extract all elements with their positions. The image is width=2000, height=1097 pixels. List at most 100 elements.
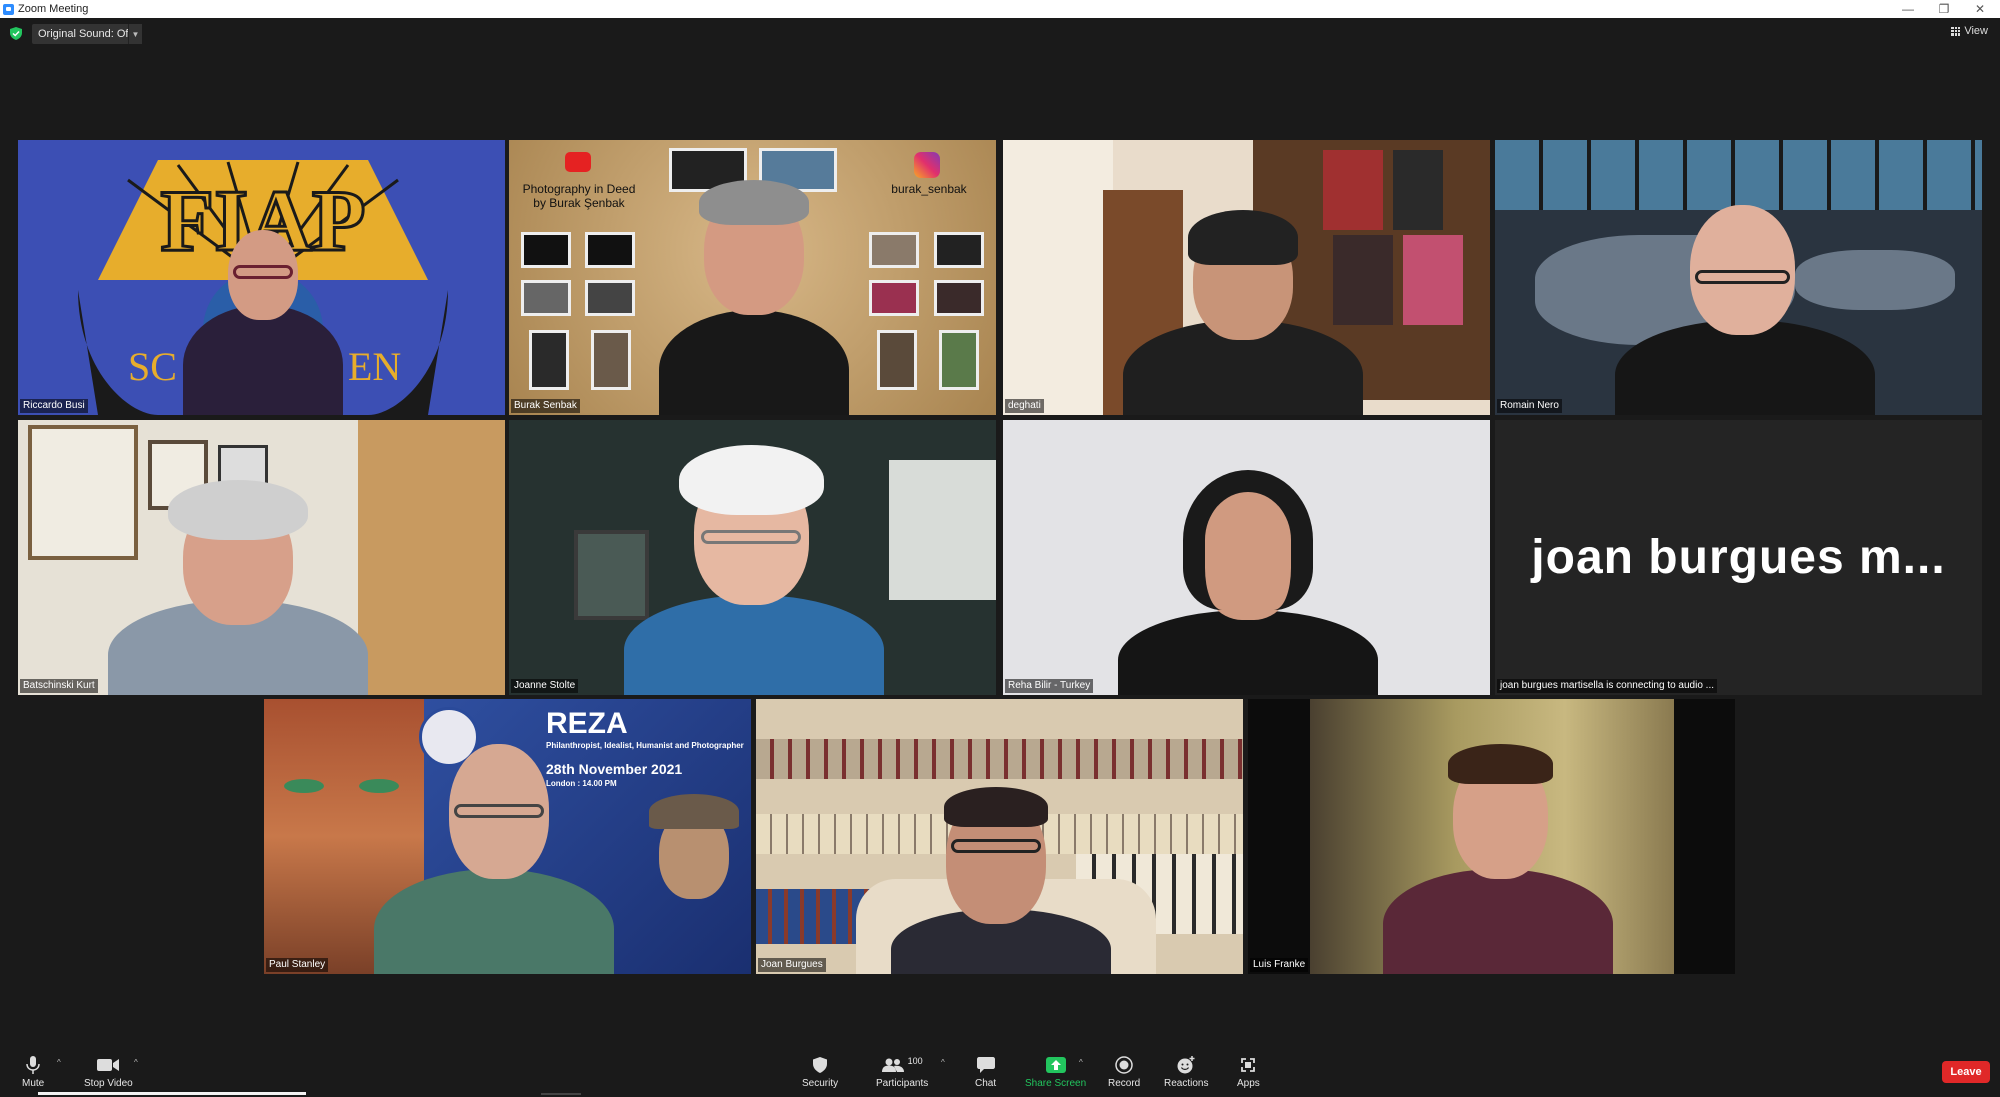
leave-button[interactable]: Leave: [1942, 1061, 1990, 1083]
meeting-toolbar: Mute ^ Stop Video ^ Security 100 Partici…: [0, 1047, 2000, 1097]
participants-button[interactable]: 100 Participants: [876, 1055, 928, 1089]
close-icon[interactable]: ✕: [1962, 0, 1998, 18]
photo-thumbnail: [585, 232, 635, 268]
book-cover: [1393, 150, 1443, 230]
share-screen-button[interactable]: Share Screen: [1025, 1055, 1086, 1089]
video-tile-joan-burgues-martisella[interactable]: joan burgues m... joan burgues martisell…: [1495, 420, 1982, 695]
video-tile-joanne-stolte[interactable]: Joanne Stolte: [509, 420, 996, 695]
record-button[interactable]: Record: [1108, 1055, 1140, 1089]
photo-thumbnail: [529, 330, 569, 390]
participants-caret-icon[interactable]: ^: [941, 1058, 945, 1067]
video-tile-paul-stanley[interactable]: REZA Philanthropist, Idealist, Humanist …: [264, 699, 751, 974]
book-cover: [1323, 150, 1383, 230]
glasses-icon: [1695, 270, 1790, 284]
shield-icon: [813, 1055, 828, 1075]
window-titlebar: Zoom Meeting — ❐ ✕: [0, 0, 2000, 18]
original-sound-button[interactable]: Original Sound: Off: [32, 24, 142, 44]
book-cover: [1403, 235, 1463, 325]
apps-icon: [1240, 1055, 1256, 1075]
bookshelf-row: [756, 739, 1243, 779]
glasses-icon: [233, 265, 293, 279]
zoom-app-icon: [3, 3, 14, 15]
photo-thumbnail: [869, 280, 919, 316]
mute-button[interactable]: Mute: [22, 1055, 44, 1089]
participant-hair: [1183, 470, 1313, 610]
participants-icon: [881, 1058, 904, 1072]
screen-share-indicator-dot: [541, 1093, 581, 1095]
smiley-plus-icon: [1176, 1055, 1196, 1075]
participant-name: Joan Burgues: [758, 958, 826, 972]
video-tile-batschinski-kurt[interactable]: Batschinski Kurt: [18, 420, 505, 695]
svg-text:SC: SC: [128, 344, 177, 389]
participant-body: [1118, 610, 1378, 695]
svg-text:EN: EN: [348, 344, 401, 389]
microphone-icon: [26, 1055, 40, 1075]
participant-name: Joanne Stolte: [511, 679, 579, 693]
original-sound-dropdown-icon[interactable]: ▼: [128, 24, 142, 44]
participant-name: Batschinski Kurt: [20, 679, 98, 693]
video-camera-icon: [97, 1055, 120, 1075]
stop-video-button[interactable]: Stop Video: [84, 1055, 133, 1089]
participant-name: Riccardo Busi: [20, 399, 88, 413]
video-tile-joan-burgues[interactable]: Joan Burgues: [756, 699, 1243, 974]
security-button[interactable]: Security: [802, 1055, 838, 1089]
promo-title: Photography in Deed by Burak Şenbak: [522, 182, 636, 210]
curtain: [1003, 140, 1113, 415]
video-tile-romain-nero[interactable]: Romain Nero: [1495, 140, 1982, 415]
participant-name: Romain Nero: [1497, 399, 1562, 413]
window-title: Zoom Meeting: [18, 3, 89, 15]
video-tile-burak-senbak[interactable]: Photography in Deed by Burak Şenbak bura…: [509, 140, 996, 415]
participant-name: Luis Franke: [1250, 958, 1309, 972]
world-map: [1795, 250, 1955, 310]
glasses-icon: [951, 839, 1041, 853]
participant-hair: [679, 445, 824, 515]
minimize-icon[interactable]: —: [1890, 0, 1926, 18]
restore-icon[interactable]: ❐: [1926, 0, 1962, 18]
poster-eye: [359, 779, 399, 793]
participant-body: [624, 595, 884, 695]
video-options-caret-icon[interactable]: ^: [134, 1058, 138, 1067]
grid-view-icon: [1951, 26, 1961, 36]
youtube-icon: [565, 152, 591, 172]
poster-headline: REZA: [546, 707, 628, 740]
share-screen-caret-icon[interactable]: ^: [1079, 1058, 1083, 1067]
photo-thumbnail: [877, 330, 917, 390]
chat-button[interactable]: Chat: [975, 1055, 996, 1089]
screen-share-indicator-bar: [38, 1092, 306, 1095]
encryption-shield-icon[interactable]: [10, 27, 22, 40]
poster-hat: [649, 794, 739, 829]
audio-options-caret-icon[interactable]: ^: [57, 1058, 61, 1067]
reactions-button[interactable]: Reactions: [1164, 1055, 1208, 1089]
participant-name: Paul Stanley: [266, 958, 329, 972]
participant-hair: [168, 480, 308, 540]
photo-wall-strip: [1495, 140, 1982, 210]
book-cover: [1333, 235, 1393, 325]
photo-thumbnail: [591, 330, 631, 390]
participant-body: [1383, 869, 1613, 974]
photo-thumbnail: [521, 232, 571, 268]
participant-name: Burak Senbak: [511, 399, 580, 413]
participants-count: 100: [907, 1056, 923, 1066]
video-tile-reha-bilir[interactable]: Reha Bilir - Turkey: [1003, 420, 1490, 695]
participant-hair: [699, 180, 809, 225]
door: [358, 420, 505, 695]
chat-bubble-icon: [976, 1055, 995, 1075]
view-button[interactable]: View: [1951, 25, 1988, 37]
photo-thumbnail: [934, 232, 984, 268]
glasses-icon: [454, 804, 544, 818]
video-tile-deghati[interactable]: deghati: [1003, 140, 1490, 415]
apps-button[interactable]: Apps: [1237, 1055, 1260, 1089]
photo-thumbnail: [585, 280, 635, 316]
instagram-handle: burak_senbak: [891, 182, 967, 196]
photo-thumbnail: [934, 280, 984, 316]
meeting-topbar: Original Sound: Off ▼ View: [0, 18, 2000, 50]
video-tile-riccardo-busi[interactable]: FIAP SC EN Riccardo Busi: [18, 140, 505, 415]
poster-date: 28th November 2021: [546, 761, 683, 777]
participant-display-name: joan burgues m...: [1531, 531, 1946, 584]
video-tile-luis-franke[interactable]: Luis Franke: [1248, 699, 1735, 974]
poster-subtitle: Philanthropist, Idealist, Humanist and P…: [546, 741, 744, 750]
participant-name: joan burgues martisella is connecting to…: [1497, 679, 1718, 693]
wall-certificate: [28, 425, 138, 560]
poster-eye: [284, 779, 324, 793]
beanie-hat: [1188, 210, 1298, 265]
